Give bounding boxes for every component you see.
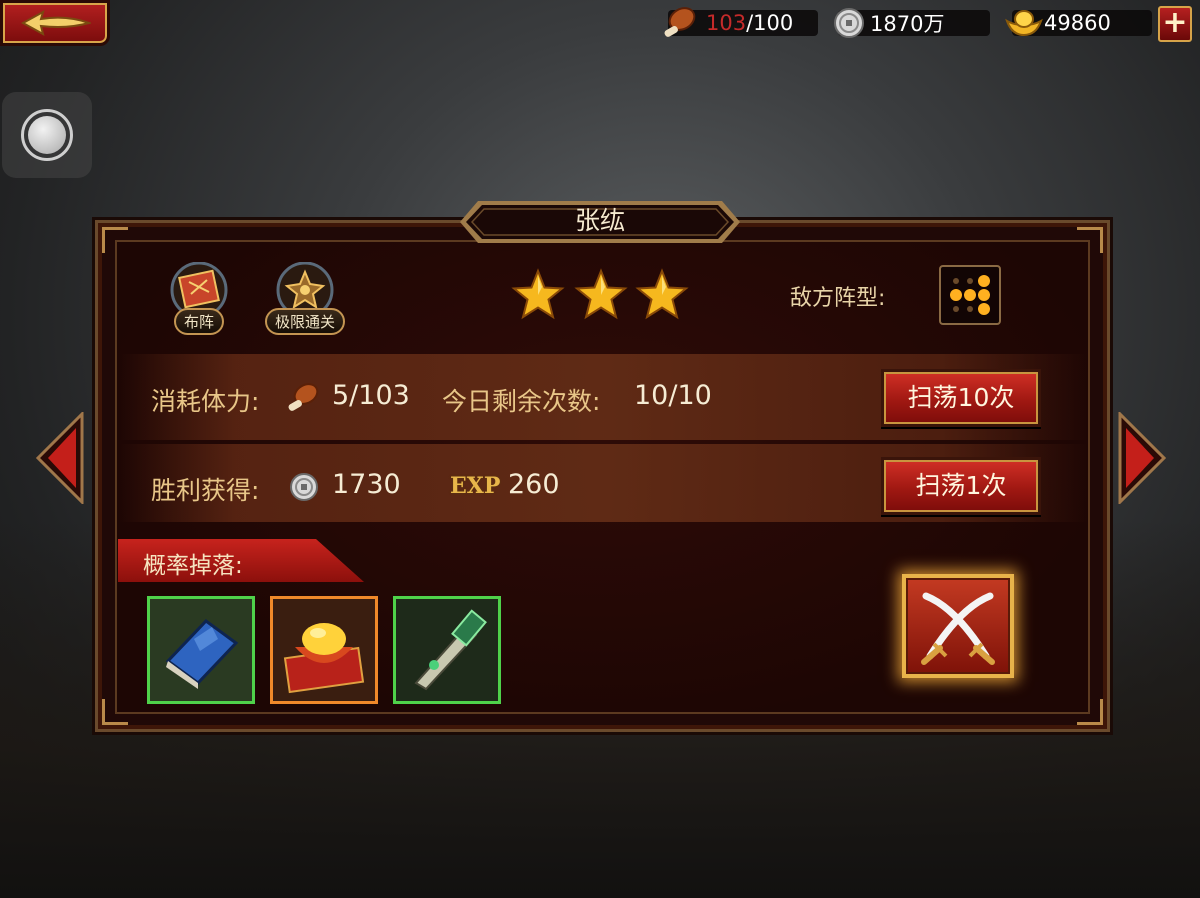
- stage-title-plate: 张纮: [460, 197, 740, 247]
- gold-ingot-icon: [1005, 10, 1043, 37]
- meat-icon: [288, 383, 319, 411]
- back-arrow-icon: [20, 9, 91, 36]
- enemy-formation-grid[interactable]: [939, 265, 1001, 325]
- prev-stage-arrow[interactable]: [36, 412, 84, 504]
- formation-label: 布阵: [173, 308, 225, 335]
- reward-exp-value: 260: [508, 469, 560, 500]
- silver-coin-icon: [834, 8, 864, 38]
- star-icon: [574, 268, 628, 320]
- remaining-times-label: 今日剩余次数:: [442, 387, 601, 416]
- drop-item-jade-dagger[interactable]: [393, 596, 501, 704]
- enemy-formation-label: 敌方阵型:: [790, 286, 886, 311]
- formation-button[interactable]: 布阵: [163, 261, 235, 335]
- back-button[interactable]: [0, 0, 110, 46]
- assistive-ring-icon: [21, 109, 73, 161]
- gold-value: 49860: [1044, 11, 1111, 35]
- sweep-1-button[interactable]: 扫荡1次: [881, 457, 1041, 515]
- add-currency-button[interactable]: +: [1158, 6, 1192, 42]
- silver-value: 1870万: [870, 12, 945, 36]
- stamina-max: /100: [746, 11, 794, 35]
- stamina-cost-label: 消耗体力:: [151, 387, 260, 416]
- stamina-cost-value: 5/103: [332, 380, 410, 411]
- extreme-clear-button[interactable]: 极限通关: [264, 261, 346, 335]
- crossed-swords-icon: [921, 592, 995, 665]
- remaining-times-value: 10/10: [634, 380, 712, 411]
- silver-coin-icon: [290, 473, 318, 501]
- reward-silver-value: 1730: [332, 469, 401, 500]
- stamina-counter: 103/100: [664, 7, 818, 38]
- stage-title: 张纮: [574, 206, 625, 235]
- extreme-clear-label: 极限通关: [264, 308, 346, 335]
- blue-book-icon: [150, 599, 252, 701]
- sweep-10-button[interactable]: 扫荡10次: [881, 369, 1041, 427]
- stamina-current: 103: [706, 11, 747, 35]
- jade-dagger-icon: [396, 599, 498, 701]
- golden-bowl-icon: [273, 599, 375, 701]
- exp-tag: EXP: [450, 473, 501, 499]
- assistive-touch-button[interactable]: [2, 92, 92, 178]
- drop-item-golden-bowl[interactable]: [270, 596, 378, 704]
- star-icon: [511, 268, 565, 320]
- star-icon: [635, 268, 689, 320]
- meat-icon: [664, 7, 696, 37]
- formation-dots-icon: [950, 275, 990, 315]
- gold-counter: 49860: [1005, 8, 1152, 38]
- next-stage-arrow[interactable]: [1118, 412, 1166, 504]
- battle-button[interactable]: [902, 574, 1014, 678]
- victory-reward-label: 胜利获得:: [151, 476, 260, 505]
- drop-label: 概率掉落:: [143, 553, 243, 579]
- drop-item-book[interactable]: [147, 596, 255, 704]
- silver-counter: 1870万: [834, 8, 990, 38]
